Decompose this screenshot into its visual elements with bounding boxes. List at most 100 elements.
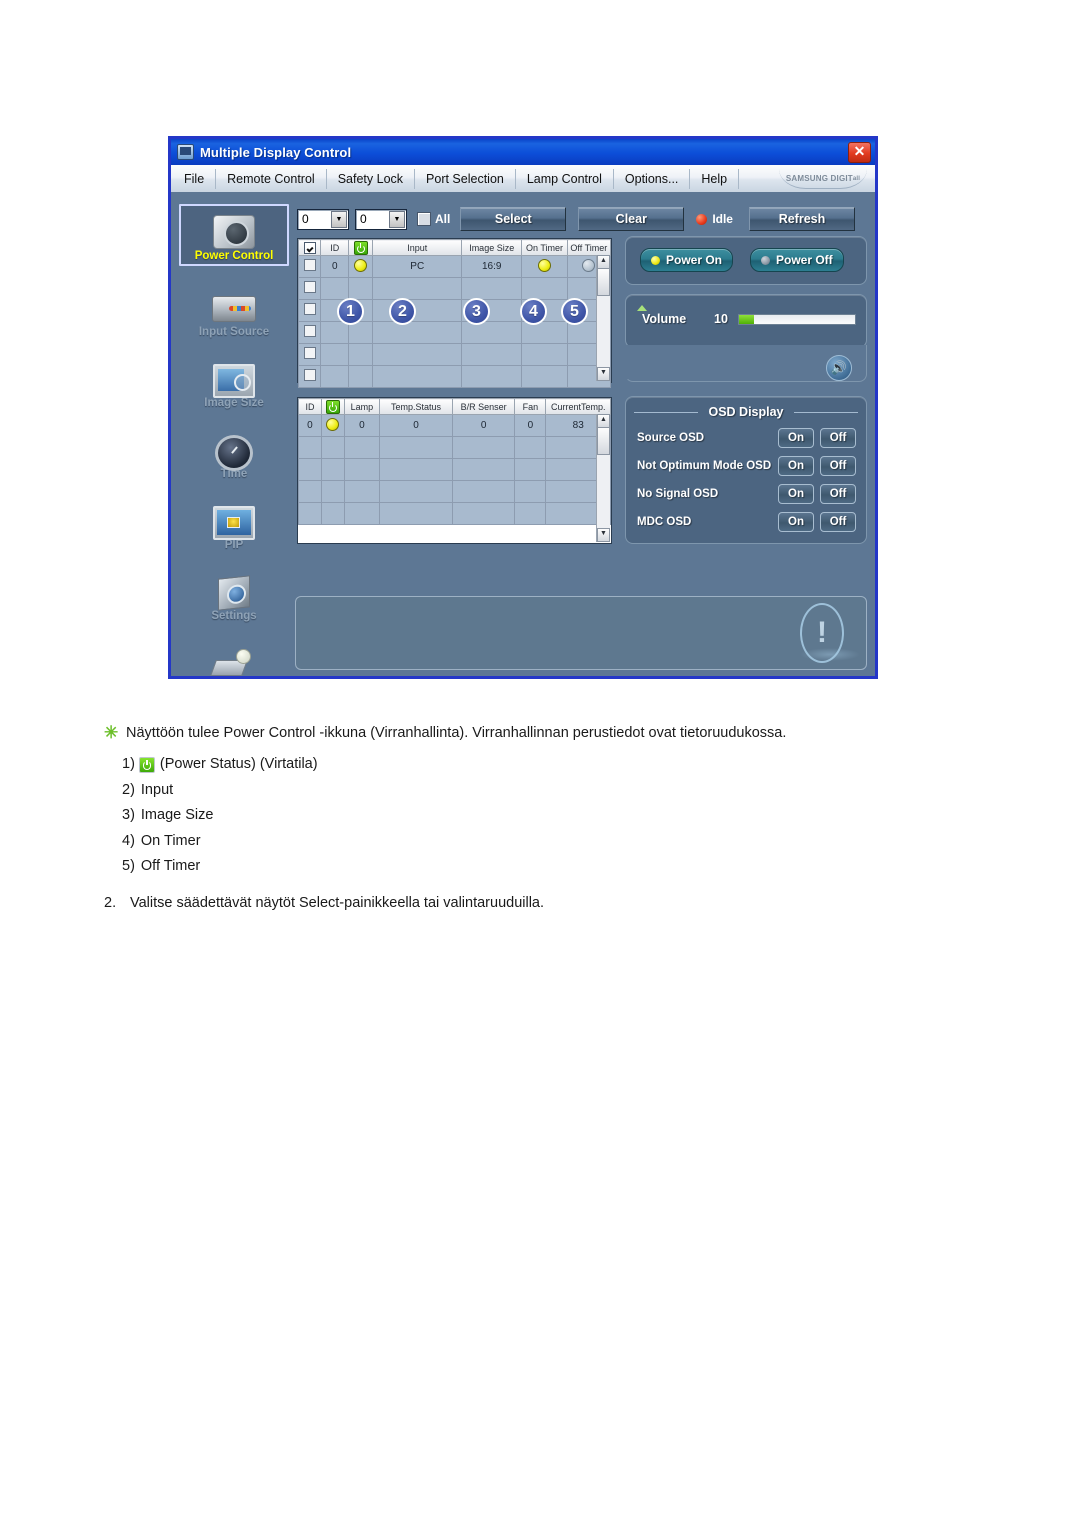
sidebar-item-time[interactable]: Time [179, 411, 289, 482]
lamp-row-power [320, 414, 345, 437]
settings-icon [211, 575, 257, 611]
display-header-select-all[interactable] [297, 239, 322, 256]
sidebar-item-power-control[interactable]: Power Control [179, 204, 289, 266]
lamp-table[interactable]: ID Lamp Temp.Status B/R Senser Fan Curre… [297, 397, 612, 544]
scroll-down-icon[interactable]: ▼ [597, 367, 610, 381]
row-power-status [348, 365, 374, 388]
close-icon[interactable]: ✕ [848, 142, 871, 163]
table-row[interactable]: 0 PC 16:9 [297, 255, 612, 278]
list-item-label: Off Timer [140, 858, 201, 874]
osd-no-signal-on-button[interactable]: On [778, 484, 814, 504]
row-checkbox-cell[interactable] [297, 255, 322, 278]
osd-not-optimum-on-button[interactable]: On [778, 456, 814, 476]
mdc-window: Multiple Display Control ✕ File Remote C… [168, 136, 878, 679]
row-checkbox[interactable] [303, 303, 316, 315]
sidebar-item-image-size[interactable]: Image Size [179, 340, 289, 411]
row-checkbox[interactable] [303, 281, 316, 293]
row-image-size [461, 365, 523, 388]
scroll-up-icon[interactable]: ▲ [597, 255, 610, 269]
volume-slider-fill [739, 315, 754, 324]
list-item-number: 4) [122, 832, 135, 849]
sidebar-item-settings[interactable]: Settings [179, 553, 289, 624]
lamp-row-fan [514, 502, 547, 525]
row-checkbox[interactable] [303, 369, 316, 381]
select-all-checkbox-icon[interactable] [303, 241, 316, 254]
scrollbar-thumb[interactable] [597, 427, 610, 455]
all-checkbox-group[interactable]: All [416, 212, 450, 226]
power-off-dot-icon [761, 255, 770, 265]
display-table-header-row: ID Input Image Size On Timer Off Timer [297, 239, 612, 256]
select-button[interactable]: Select [460, 207, 567, 231]
list-item: 1) (Power Status) (Virtatila) [122, 752, 318, 778]
lamp-row-power [320, 502, 345, 525]
osd-no-signal-off-button[interactable]: Off [820, 484, 856, 504]
lamp-header-fan: Fan [514, 398, 547, 415]
row-checkbox[interactable] [303, 325, 316, 337]
osd-not-optimum-off-button[interactable]: Off [820, 456, 856, 476]
lamp-row-lamp [343, 458, 381, 481]
all-checkbox[interactable] [416, 212, 431, 226]
row-input [372, 343, 463, 366]
table-row[interactable] [298, 458, 611, 481]
osd-source-off-button[interactable]: Off [820, 428, 856, 448]
volume-slider-thumb[interactable] [637, 305, 647, 311]
intro-paragraph: Näyttöön tulee Power Control -ikkuna (Vi… [126, 725, 787, 741]
power-status-icon [325, 399, 340, 414]
scroll-up-icon[interactable]: ▲ [597, 414, 610, 428]
lamp-row-lamp [343, 436, 381, 459]
menu-item-file[interactable]: File [173, 168, 217, 189]
scroll-down-icon[interactable]: ▼ [597, 528, 610, 542]
osd-source-on-button[interactable]: On [778, 428, 814, 448]
row-image-size: 16:9 [461, 255, 523, 278]
table-row[interactable] [297, 365, 612, 388]
osd-mdc-on-button[interactable]: On [778, 512, 814, 532]
clear-button[interactable]: Clear [578, 207, 685, 231]
osd-mdc-off-button[interactable]: Off [820, 512, 856, 532]
chevron-down-icon: ▼ [330, 210, 347, 228]
lamp-row-temp-status [379, 480, 453, 503]
table-row[interactable] [298, 436, 611, 459]
display-header-id: ID [320, 239, 350, 256]
table-row[interactable]: 0 0 0 0 0 83 [298, 414, 611, 437]
row-checkbox-cell[interactable] [297, 277, 322, 300]
row-checkbox-cell[interactable] [297, 299, 322, 322]
menu-item-port-selection[interactable]: Port Selection [415, 168, 516, 189]
row-checkbox[interactable] [303, 347, 316, 359]
menu-item-safety-lock[interactable]: Safety Lock [327, 168, 416, 189]
sidebar-item-pip[interactable]: PIP [179, 482, 289, 553]
row-checkbox[interactable] [303, 259, 316, 271]
speaker-icon[interactable]: 🔊 [826, 355, 852, 381]
sidebar-label-image-size: Image Size [204, 397, 264, 409]
id-from-dropdown[interactable]: 0 ▼ [297, 208, 349, 230]
display-header-input: Input [372, 239, 463, 256]
menu-item-remote-control[interactable]: Remote Control [216, 168, 327, 189]
table-row[interactable] [297, 343, 612, 366]
numbered-list: 1) (Power Status) (Virtatila) 2) Input 3… [122, 752, 318, 880]
menu-item-options[interactable]: Options... [614, 168, 691, 189]
sidebar-item-maintenance[interactable]: Maintenance [179, 624, 289, 676]
menu-item-lamp-control[interactable]: Lamp Control [516, 168, 614, 189]
row-checkbox-cell[interactable] [297, 321, 322, 344]
row-checkbox-cell[interactable] [297, 365, 322, 388]
power-on-button[interactable]: Power On [640, 248, 734, 272]
power-on-label: Power On [666, 253, 723, 267]
osd-row-mdc: MDC OSD On Off [637, 511, 856, 533]
id-to-dropdown[interactable]: 0 ▼ [354, 208, 407, 230]
refresh-button[interactable]: Refresh [748, 207, 855, 231]
row-checkbox-cell[interactable] [297, 343, 322, 366]
display-table-scrollbar[interactable]: ▲ ▼ [596, 255, 610, 381]
lamp-table-scrollbar[interactable]: ▲ ▼ [596, 414, 610, 542]
lamp-row-id [298, 436, 322, 459]
lamp-row-power [320, 480, 345, 503]
image-size-icon [211, 362, 257, 398]
power-off-button[interactable]: Power Off [750, 248, 844, 272]
table-row[interactable] [297, 277, 612, 300]
table-row[interactable] [298, 480, 611, 503]
volume-slider[interactable] [738, 314, 856, 325]
table-row[interactable] [298, 502, 611, 525]
scrollbar-thumb[interactable] [597, 268, 610, 296]
menu-item-help[interactable]: Help [690, 168, 740, 189]
table-row[interactable] [297, 321, 612, 344]
sidebar-item-input-source[interactable]: Input Source [179, 269, 289, 340]
list-item-number: 1) [122, 756, 135, 772]
